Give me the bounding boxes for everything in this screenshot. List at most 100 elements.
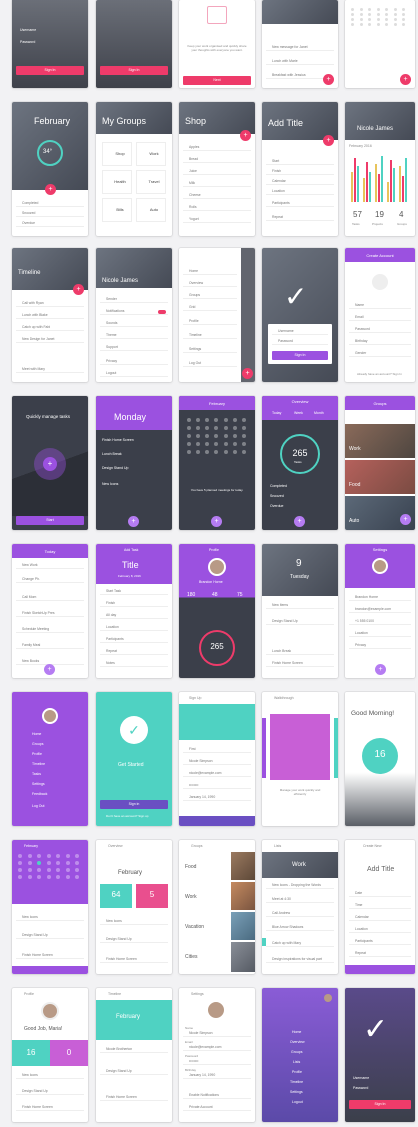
menu-item[interactable]: Home	[292, 1030, 301, 1034]
calendar-grid[interactable]	[187, 418, 247, 454]
menu-item[interactable]: Overview	[183, 280, 237, 287]
status-row[interactable]: Snoozed	[16, 210, 84, 217]
agenda-item[interactable]: Finish Home Screen	[100, 956, 168, 963]
avatar[interactable]	[41, 1002, 59, 1020]
status-row[interactable]: Completed	[270, 484, 287, 488]
field-row[interactable]: Start	[266, 158, 334, 165]
timeline-item[interactable]: Design Stand Up	[266, 618, 334, 625]
menu-item[interactable]: Log Out	[183, 360, 237, 367]
sign-in-button[interactable]: Sign In	[100, 66, 168, 75]
timeline-item[interactable]: Meet with Mary	[16, 366, 84, 373]
agenda-item[interactable]: Design Stand Up	[102, 466, 128, 470]
menu-item[interactable]: Groups	[291, 1050, 302, 1054]
form-field[interactable]: Birthday	[349, 338, 411, 345]
menu-item[interactable]: Settings	[32, 782, 45, 786]
settings-item[interactable]: Sender	[100, 296, 168, 303]
agenda-item[interactable]: Finish Home Screen	[102, 438, 134, 442]
group-tile[interactable]: Shop	[102, 142, 132, 166]
timeline-item[interactable]: Finish Home Screen	[266, 660, 334, 667]
group-label[interactable]: Food	[185, 864, 196, 870]
settings-item[interactable]: Privacy	[100, 358, 168, 365]
form-field[interactable]: January 14, 1990	[183, 794, 251, 801]
username-field[interactable]: Username	[272, 328, 328, 335]
add-button[interactable]: +	[211, 516, 222, 527]
agenda-item[interactable]: New Icons	[102, 482, 118, 486]
shop-item[interactable]: Apples	[183, 144, 251, 151]
list-item[interactable]: Meet at 4:30	[266, 896, 334, 903]
form-field[interactable]: Nicole Simpson	[183, 758, 251, 765]
timeline-item[interactable]: Finish Home Screen	[100, 1094, 168, 1101]
menu-item[interactable]: Tasks	[32, 772, 41, 776]
agenda-item[interactable]: Design Stand Up	[16, 1088, 84, 1095]
status-row[interactable]: Snoozed	[270, 494, 284, 498]
tab-today[interactable]: Today	[272, 411, 281, 415]
sign-up-link[interactable]: Don't have an account? Sign up	[106, 814, 148, 818]
group-label[interactable]: Cities	[185, 954, 198, 960]
shop-item[interactable]: Juice	[183, 168, 251, 175]
form-field[interactable]: Privacy	[349, 642, 411, 649]
timeline-item[interactable]: Call with Ryan	[16, 300, 84, 307]
avatar[interactable]	[208, 558, 226, 576]
menu-item[interactable]: Timeline	[183, 332, 237, 339]
sign-in-button[interactable]: Sign in	[100, 800, 168, 809]
list-item[interactable]: Call Andrew	[266, 910, 334, 917]
menu-item[interactable]: Feedback	[32, 792, 47, 796]
password-field[interactable]: Password	[353, 1086, 368, 1090]
add-button[interactable]: +	[45, 184, 56, 195]
field-row[interactable]: Location	[100, 624, 168, 631]
tab-week[interactable]: Week	[294, 411, 303, 415]
list-item[interactable]: Blue Arrow Shadows	[266, 924, 334, 931]
agenda-item[interactable]: Design Stand Up	[16, 932, 84, 939]
email-field[interactable]: nicole@example.com	[183, 1044, 251, 1051]
task-row[interactable]: Lunch with Marie	[266, 58, 334, 65]
group-tile[interactable]: Auto	[136, 198, 166, 222]
avatar[interactable]	[208, 1002, 224, 1018]
sign-in-button[interactable]: Sign In	[16, 66, 84, 75]
sign-in-button[interactable]: Sign In	[349, 1100, 411, 1109]
group-tile[interactable]: Health	[102, 170, 132, 194]
group-photo[interactable]	[345, 424, 415, 458]
field-row[interactable]: Start Task	[100, 588, 168, 595]
bottom-nav[interactable]	[12, 966, 88, 974]
timeline-item[interactable]: Lunch with Blake	[16, 312, 84, 319]
group-label[interactable]: Vacation	[185, 924, 204, 930]
list-item[interactable]: Schedule Meeting	[16, 626, 84, 633]
timeline-item[interactable]: Design Stand Up	[100, 1068, 168, 1075]
form-field[interactable]: brandon@example.com	[349, 606, 411, 613]
add-button[interactable]: +	[73, 284, 84, 295]
timeline-item[interactable]: Lunch Break	[266, 648, 334, 655]
timeline-item[interactable]: New Design for Janet	[16, 336, 84, 343]
list-item[interactable]: New Icons - Dropping the Words	[266, 882, 334, 889]
tab-month[interactable]: Month	[314, 411, 324, 415]
save-bar[interactable]	[345, 965, 415, 974]
list-item[interactable]: Finish SketchUp Pres	[16, 610, 84, 617]
form-field[interactable]: Location	[349, 630, 411, 637]
menu-item[interactable]: Log Out	[32, 804, 44, 808]
form-field[interactable]: +1 555 0100	[349, 618, 411, 625]
form-field[interactable]: ••••••••	[183, 782, 251, 789]
menu-item[interactable]: Lists	[293, 1060, 300, 1064]
menu-item[interactable]: Logout	[292, 1100, 303, 1104]
menu-item[interactable]: Timeline	[290, 1080, 303, 1084]
group-tile[interactable]: Travel	[136, 170, 166, 194]
add-button[interactable]: +	[400, 514, 411, 525]
name-field[interactable]: Nicole Simpson	[183, 1030, 251, 1037]
list-item[interactable]: Catch up with Mary	[266, 940, 334, 947]
calendar-grid[interactable]	[18, 854, 82, 879]
group-label[interactable]: Work	[185, 894, 197, 900]
add-button[interactable]: +	[400, 74, 411, 85]
agenda-item[interactable]: New Icons	[100, 918, 168, 925]
add-button[interactable]: +	[242, 368, 253, 379]
shop-item[interactable]: Bread	[183, 156, 251, 163]
settings-item[interactable]: Logout	[100, 370, 168, 377]
group-photo[interactable]	[231, 912, 255, 940]
submit-bar[interactable]	[179, 816, 255, 826]
menu-item[interactable]: Overview	[290, 1040, 305, 1044]
agenda-item[interactable]: New Icons	[16, 914, 84, 921]
agenda-item[interactable]: Finish Home Screen	[16, 1104, 84, 1111]
private-toggle-row[interactable]: Private Account	[183, 1104, 251, 1111]
menu-item[interactable]: Profile	[183, 318, 237, 325]
field-row[interactable]: All day	[100, 612, 168, 619]
avatar[interactable]	[372, 558, 388, 574]
field-row[interactable]: Calendar	[349, 914, 411, 921]
